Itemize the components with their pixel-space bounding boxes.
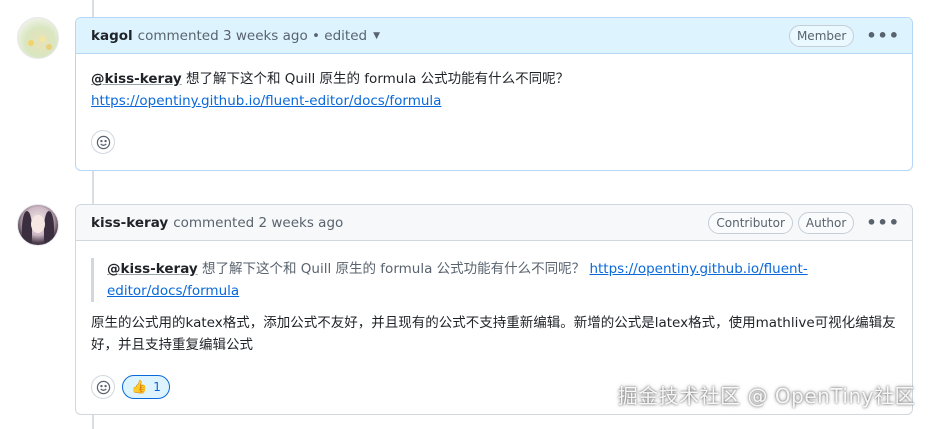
reactions-bar: 👍 1 [91,375,170,399]
comment-kagol: kagol commented 3 weeks ago • edited ▼ M… [75,17,913,171]
comment-header: kagol commented 3 weeks ago • edited ▼ M… [76,18,912,54]
watermark: 掘金技术社区 @ OpenTiny社区 [617,384,915,408]
smiley-icon [96,380,110,394]
add-reaction-button[interactable] [91,375,115,399]
author-badge: Author [797,211,855,234]
comment-author[interactable]: kagol [91,28,133,44]
comment-body: @kiss-keray 想了解下这个和 Quill 原生的 formula 公式… [76,54,912,112]
comment-author[interactable]: kiss-keray [91,215,168,231]
avatar-kagol[interactable] [17,17,59,59]
comment-text: 想了解下这个和 Quill 原生的 formula 公式功能有什么不同呢？ [181,71,570,87]
user-mention[interactable]: @kiss-keray [91,71,182,87]
comment-header: kiss-keray commented 2 weeks ago Contrib… [76,205,912,241]
quoted-reply: @kiss-keray 想了解下这个和 Quill 原生的 formula 公式… [91,258,897,302]
avatar-kiss-keray[interactable] [17,204,59,246]
comment-text: 原生的公式用的katex格式，添加公式不友好，并且现有的公式不支持重新编辑。新增… [91,315,896,353]
reaction-count: 1 [153,380,161,394]
thumbs-up-reaction[interactable]: 👍 1 [122,375,170,399]
kebab-horizontal-icon[interactable]: ••• [866,214,900,230]
thumbs-up-icon: 👍 [131,379,148,395]
comment-meta[interactable]: commented 3 weeks ago • edited [138,28,367,44]
quote-text: 想了解下这个和 Quill 原生的 formula 公式功能有什么不同呢？ [197,261,590,277]
user-mention[interactable]: @kiss-keray [107,261,198,277]
comment-meta[interactable]: commented 2 weeks ago [173,215,343,231]
member-badge: Member [788,24,855,47]
add-reaction-button[interactable] [91,130,115,154]
comment-body: @kiss-keray 想了解下这个和 Quill 原生的 formula 公式… [76,241,912,356]
smiley-icon [96,135,110,149]
formula-docs-link[interactable]: https://opentiny.github.io/fluent-editor… [91,93,441,109]
contributor-badge: Contributor [708,211,793,234]
reactions-bar [91,130,115,154]
kebab-horizontal-icon[interactable]: ••• [866,27,900,43]
triangle-down-icon[interactable]: ▼ [373,31,380,41]
